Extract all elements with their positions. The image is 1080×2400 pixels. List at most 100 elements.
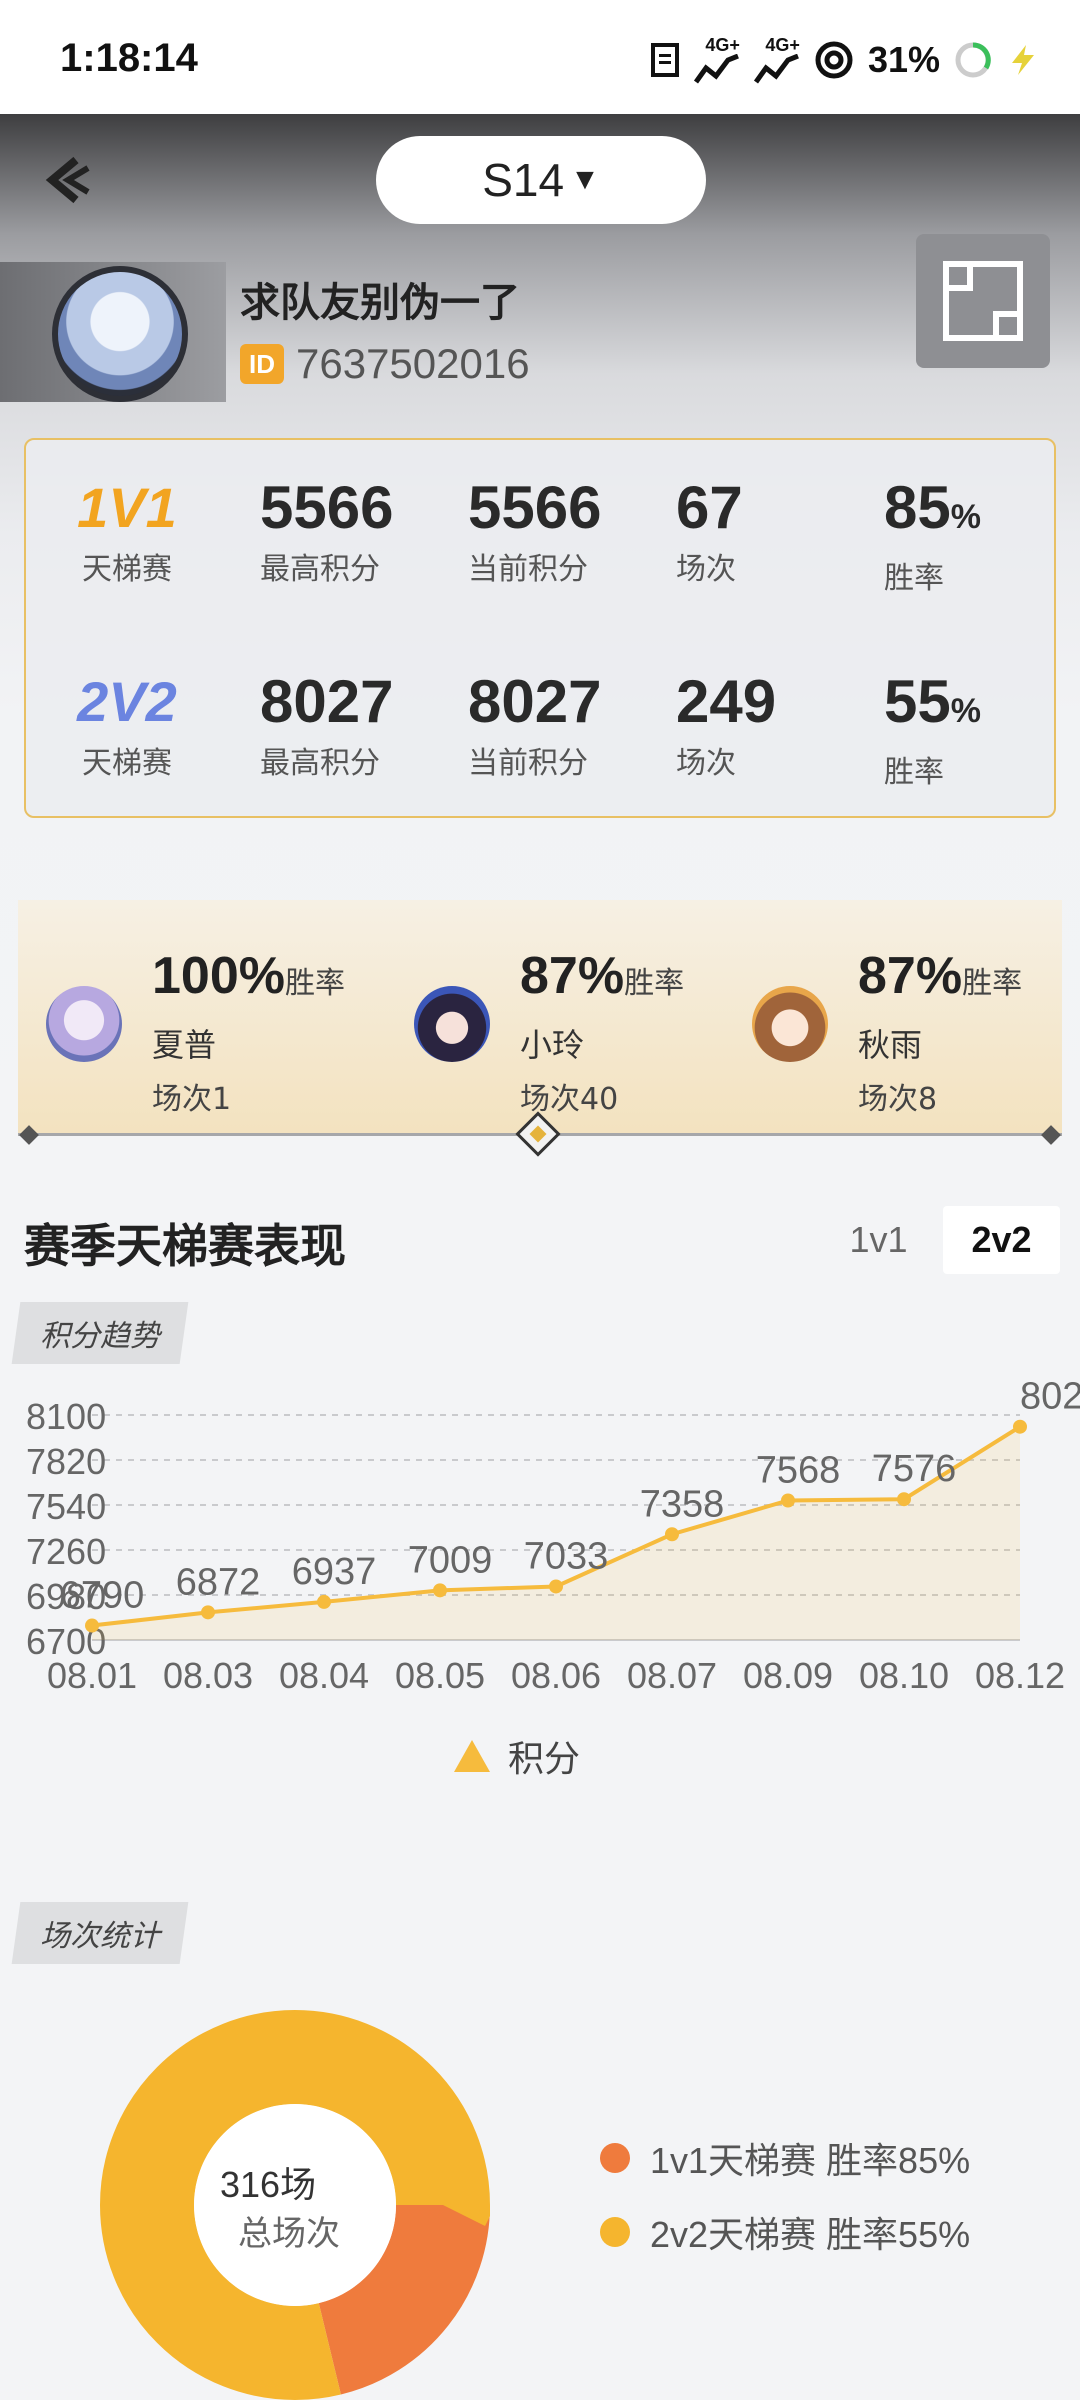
x-tick-label: 08.06 <box>511 1655 601 1696</box>
y-tick-label: 7260 <box>26 1531 106 1572</box>
hero-avatar <box>414 986 490 1062</box>
y-tick-label: 7820 <box>26 1441 106 1482</box>
stats-row-2v2: 2V2 天梯赛 8027 最高积分 8027 当前积分 249 场次 55% 胜… <box>26 670 1054 810</box>
games: 249 场次 <box>676 670 776 782</box>
mode-sub: 天梯赛 <box>82 746 172 781</box>
x-tick-label: 08.01 <box>47 1655 137 1696</box>
max-score: 8027 最高积分 <box>260 670 393 782</box>
x-tick-label: 08.09 <box>743 1655 833 1696</box>
hero-winrate-label: 胜率 <box>624 966 685 1001</box>
data-point <box>665 1527 679 1542</box>
hero-avatar <box>752 986 828 1062</box>
hero-card[interactable]: 100%胜率 夏普 场次1 <box>46 900 376 1136</box>
games-tag: 场次统计 <box>11 1902 189 1964</box>
user-id: ID 7637502016 <box>240 340 530 388</box>
data-point <box>549 1579 563 1594</box>
hero-winrate: 87% <box>520 947 625 1005</box>
data-point <box>201 1605 215 1620</box>
hero-name: 夏普 <box>152 1026 217 1064</box>
max-score-value: 5566 <box>260 474 394 541</box>
max-score-label: 最高积分 <box>260 552 380 587</box>
winrate-label: 胜率 <box>884 755 944 790</box>
winrate-value: 85 <box>884 474 951 541</box>
data-label: 7009 <box>408 1539 493 1581</box>
donut-legend-item: 2v2天梯赛 胜率55% <box>600 2206 970 2258</box>
hero-winrate-label: 胜率 <box>285 966 345 1001</box>
mode-2v2: 2V2 天梯赛 <box>72 670 182 782</box>
current-score: 8027 当前积分 <box>468 670 601 782</box>
username: 求队友别伪一了 <box>240 280 520 326</box>
winrate-unit: % <box>950 498 981 536</box>
current-score-label: 当前积分 <box>468 552 588 587</box>
x-tick-label: 08.12 <box>975 1655 1065 1696</box>
current-score-value: 8027 <box>468 668 602 735</box>
donut-total: 316场 <box>220 2164 317 2205</box>
hotspot-icon <box>815 41 853 79</box>
y-tick-label: 7540 <box>26 1486 106 1527</box>
data-point <box>781 1493 795 1508</box>
mode-tag: 2V2 <box>77 670 177 733</box>
tab-1v1[interactable]: 1v1 <box>820 1206 937 1274</box>
data-label: 7358 <box>640 1483 725 1525</box>
hero-card[interactable]: 87%胜率 秋雨 场次8 <box>752 900 1062 1136</box>
mode-tag: 1V1 <box>77 476 177 539</box>
hero-card[interactable]: 87%胜率 小玲 场次40 <box>414 900 744 1136</box>
data-label: 6937 <box>292 1551 377 1593</box>
score-trend-chart: 67006980726075407820810008.01 08.03 08.04 0… <box>26 1376 1080 1696</box>
hero-name: 秋雨 <box>858 1026 923 1064</box>
games: 67 场次 <box>676 476 743 588</box>
mode-1v1: 1V1 天梯赛 <box>72 476 182 588</box>
season-selector[interactable]: S14 ▼ <box>376 136 706 224</box>
games-value: 249 <box>676 668 777 735</box>
caret-down-icon: ▼ <box>570 163 600 196</box>
donut-legend-label: 1v1天梯赛 胜率85% <box>650 2140 971 2181</box>
data-label: 6790 <box>60 1575 145 1617</box>
x-tick-label: 08.05 <box>395 1655 485 1696</box>
current-score-label: 当前积分 <box>468 746 588 781</box>
triangle-legend-icon <box>454 1740 490 1772</box>
winrate: 85% 胜率 <box>884 476 981 597</box>
donut-legend-label: 2v2天梯赛 胜率55% <box>650 2214 971 2255</box>
network-type-1: 4G+ <box>705 35 740 55</box>
battery-ring-icon <box>955 42 991 78</box>
x-tick-label: 08.03 <box>163 1655 253 1696</box>
data-label: 8027 <box>1020 1376 1080 1418</box>
current-score: 5566 当前积分 <box>468 476 601 588</box>
winrate-label: 胜率 <box>884 561 944 596</box>
back-arrow-icon <box>45 156 90 204</box>
trend-tag: 积分趋势 <box>11 1302 189 1364</box>
max-score-label: 最高积分 <box>260 746 380 781</box>
hero-games: 场次40 <box>520 1082 619 1117</box>
charging-icon <box>1012 45 1034 75</box>
top-heroes-panel: 100%胜率 夏普 场次1 87%胜率 小玲 场次40 87%胜率 秋雨 场次8 <box>18 900 1062 1136</box>
ladder-stats-card: 1V1 天梯赛 5566 最高积分 5566 当前积分 67 场次 85% 胜率… <box>24 438 1056 818</box>
data-point <box>1013 1419 1027 1434</box>
avatar[interactable] <box>52 266 188 402</box>
tab-2v2[interactable]: 2v2 <box>943 1206 1060 1274</box>
games-value: 67 <box>676 474 743 541</box>
hero-games: 场次8 <box>858 1082 938 1117</box>
winrate-unit: % <box>950 692 981 730</box>
chart-legend[interactable]: 积分 <box>454 1730 580 1782</box>
mode-tabs: 1v1 2v2 <box>820 1206 1060 1274</box>
hero-avatar <box>46 986 122 1062</box>
donut-legend-item: 1v1天梯赛 胜率85% <box>600 2132 970 2184</box>
signal-2: 4G+ <box>753 36 800 84</box>
back-button[interactable] <box>40 140 100 220</box>
x-tick-label: 08.04 <box>279 1655 369 1696</box>
data-point <box>897 1492 911 1507</box>
max-score-value: 8027 <box>260 668 394 735</box>
legend-dot <box>600 2143 630 2173</box>
stats-row-1v1: 1V1 天梯赛 5566 最高积分 5566 当前积分 67 场次 85% 胜率 <box>26 476 1054 616</box>
x-tick-label: 08.07 <box>627 1655 717 1696</box>
games-label: 场次 <box>676 746 736 781</box>
status-time: 1:18:14 <box>60 36 198 80</box>
id-badge-icon: ID <box>240 344 284 384</box>
hero-winrate-label: 胜率 <box>962 966 1023 1001</box>
hero-winrate: 87% <box>858 947 963 1005</box>
screenshot-button[interactable] <box>916 234 1050 368</box>
user-id-value: 7637502016 <box>296 340 530 387</box>
season-label: S14 <box>482 154 565 206</box>
current-score-value: 5566 <box>468 474 602 541</box>
data-label: 7568 <box>756 1450 841 1492</box>
